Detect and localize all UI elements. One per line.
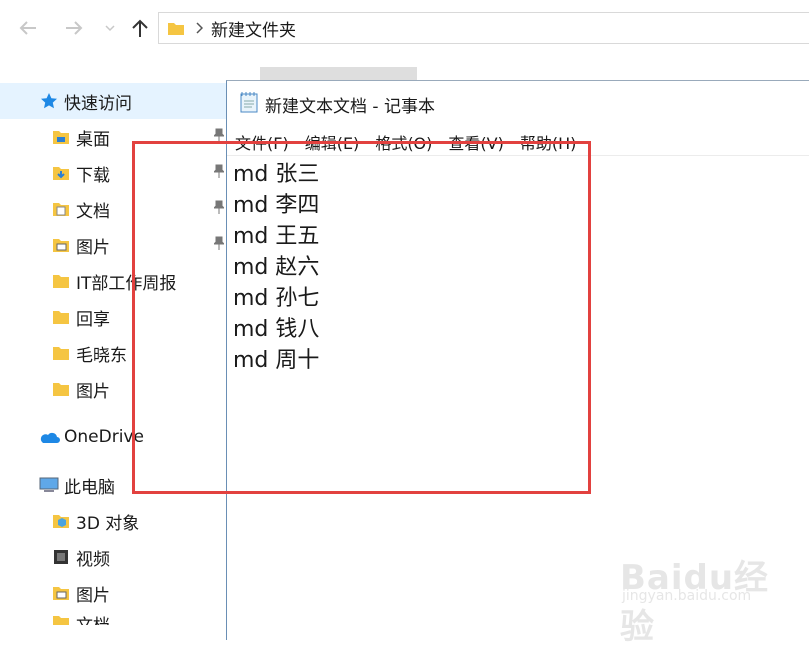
nav-item-documents[interactable]: 文档 — [0, 611, 226, 625]
watermark: Baidu经验 jingyan.baidu.com — [620, 540, 800, 647]
nav-item-label: 图片 — [76, 381, 110, 402]
3d-objects-icon — [50, 510, 72, 532]
nav-item-label: 快速访问 — [64, 93, 132, 114]
nav-item-label: 文档 — [76, 611, 110, 625]
nav-item-3d-objects[interactable]: 3D 对象 — [0, 503, 226, 539]
recent-dropdown-button[interactable] — [96, 14, 124, 42]
up-arrow-icon — [132, 19, 148, 37]
notepad-titlebar: 新建文本文档 - 记事本 — [239, 91, 435, 118]
nav-item-pictures[interactable]: 图片 — [0, 575, 226, 611]
pictures-folder-icon — [50, 234, 72, 256]
folder-icon — [50, 378, 72, 400]
address-path[interactable]: 新建文件夹 — [211, 16, 296, 41]
up-button[interactable] — [126, 14, 154, 42]
nav-item-quick-access[interactable]: 快速访问 — [0, 83, 226, 119]
folder-icon — [50, 270, 72, 292]
nav-item-label: 毛晓东 — [76, 345, 127, 366]
window-title: 新建文本文档 - 记事本 — [265, 97, 435, 117]
nav-item-label: 此电脑 — [64, 477, 115, 498]
nav-item-label: 3D 对象 — [76, 513, 140, 534]
chevron-down-icon — [105, 25, 115, 32]
chevron-right-icon — [196, 22, 203, 34]
notepad-icon — [239, 91, 259, 118]
videos-folder-icon — [50, 546, 72, 568]
nav-item-label: 图片 — [76, 585, 110, 606]
star-icon — [38, 90, 60, 112]
address-bar[interactable]: 新建文件夹 — [158, 12, 809, 44]
background-tab — [260, 67, 417, 80]
nav-item-label: 下载 — [76, 165, 110, 186]
documents-folder-icon — [50, 611, 72, 625]
nav-item-label: 文档 — [76, 201, 110, 222]
folder-icon — [168, 23, 184, 35]
back-button[interactable] — [14, 14, 42, 42]
navigation-bar: 新建文件夹 — [0, 0, 809, 58]
forward-button[interactable] — [60, 14, 88, 42]
nav-item-videos[interactable]: 视频 — [0, 539, 226, 575]
nav-item-label: 回享 — [76, 309, 110, 330]
nav-item-label: 视频 — [76, 549, 110, 570]
highlight-box — [132, 141, 591, 494]
watermark-url: jingyan.baidu.com — [622, 588, 752, 604]
desktop-folder-icon — [50, 126, 72, 148]
folder-icon — [50, 306, 72, 328]
nav-item-label: 图片 — [76, 237, 110, 258]
folder-icon — [50, 342, 72, 364]
nav-item-label: 桌面 — [76, 129, 110, 150]
cloud-icon — [38, 426, 60, 448]
back-arrow-icon — [19, 21, 36, 35]
pictures-folder-icon — [50, 582, 72, 604]
downloads-folder-icon — [50, 162, 72, 184]
forward-arrow-icon — [66, 21, 83, 35]
documents-folder-icon — [50, 198, 72, 220]
computer-icon — [38, 474, 60, 496]
